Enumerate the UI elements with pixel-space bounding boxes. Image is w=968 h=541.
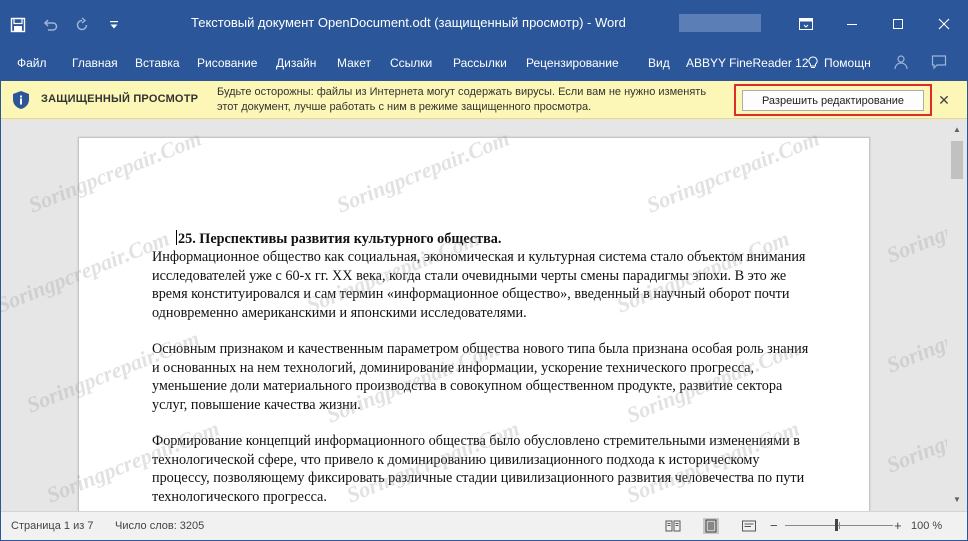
redo-icon[interactable] (73, 16, 91, 34)
account-area[interactable] (679, 14, 761, 32)
user-icon[interactable] (893, 54, 909, 74)
quick-access-toolbar (9, 11, 123, 39)
protected-view-message: Будьте осторожны: файлы из Интернета мог… (217, 86, 707, 113)
paragraph-3: Формирование концепций информационного о… (152, 433, 805, 505)
paragraph-1: Информационное общество как социальная, … (152, 249, 806, 321)
protected-view-bar: ЗАЩИЩЕННЫЙ ПРОСМОТР Будьте осторожны: фа… (1, 81, 967, 119)
ribbon-display-icon[interactable] (783, 1, 829, 47)
save-icon[interactable] (9, 16, 27, 34)
read-mode-icon[interactable] (665, 518, 681, 534)
tab-references[interactable]: Ссылки (390, 53, 432, 73)
maximize-icon[interactable] (875, 1, 921, 47)
customize-icon[interactable] (105, 16, 123, 34)
word-window: Текстовый документ OpenDocument.odt (защ… (0, 0, 968, 541)
watermark-text: Soringpcrepair.Com (882, 285, 947, 378)
document-body: 25. Перспективы развития культурного общ… (152, 230, 812, 511)
scroll-thumb[interactable] (951, 141, 963, 179)
print-layout-icon[interactable] (703, 518, 719, 534)
web-layout-icon[interactable] (741, 518, 757, 534)
tab-home[interactable]: Главная (72, 53, 118, 73)
zoom-out-icon[interactable]: − (770, 518, 778, 533)
comments-icon[interactable] (931, 54, 947, 74)
zoom-tick-center (839, 522, 840, 529)
zoom-slider-thumb[interactable] (835, 519, 838, 531)
enable-editing-button[interactable]: Разрешить редактирование (742, 90, 924, 111)
shield-icon (11, 90, 31, 110)
minimize-icon[interactable] (829, 1, 875, 47)
scroll-up-icon[interactable]: ▲ (952, 125, 962, 135)
page-counter[interactable]: Страница 1 из 7 (11, 520, 93, 532)
window-controls (783, 1, 967, 47)
status-bar: Страница 1 из 7 Число слов: 3205 − + 100… (1, 511, 967, 540)
text-cursor (176, 230, 177, 245)
document-page[interactable]: 25. Перспективы развития культурного общ… (78, 137, 870, 511)
vertical-scrollbar[interactable]: ▲ ▼ (947, 119, 967, 511)
tab-design[interactable]: Дизайн (276, 53, 316, 73)
lightbulb-icon (808, 56, 818, 68)
protected-view-title: ЗАЩИЩЕННЫЙ ПРОСМОТР (41, 93, 199, 105)
document-area: 25. Перспективы развития культурного общ… (1, 119, 947, 511)
word-count[interactable]: Число слов: 3205 (115, 520, 204, 532)
watermark-text: Soringpcrepair.Com (882, 385, 947, 478)
tab-layout[interactable]: Макет (337, 53, 371, 73)
ribbon-tabs: Файл Главная Вставка Рисование Дизайн Ма… (1, 47, 967, 81)
undo-icon[interactable] (41, 16, 59, 34)
close-icon[interactable] (921, 1, 967, 47)
tab-review[interactable]: Рецензирование (526, 53, 619, 73)
help-label: Помощн (824, 56, 871, 70)
watermark-text: Soringpcrepair.Com (882, 175, 947, 268)
tab-abbyy[interactable]: ABBYY FineReader 12 (686, 53, 809, 73)
scroll-down-icon[interactable]: ▼ (952, 495, 962, 505)
window-title: Текстовый документ OpenDocument.odt (защ… (191, 15, 626, 30)
tab-file[interactable]: Файл (17, 53, 47, 73)
close-bar-icon[interactable]: ✕ (937, 93, 951, 107)
zoom-in-icon[interactable]: + (894, 518, 902, 533)
tab-view[interactable]: Вид (648, 53, 670, 73)
section-heading: 25. Перспективы развития культурного общ… (176, 230, 502, 247)
tab-draw[interactable]: Рисование (197, 53, 257, 73)
zoom-level[interactable]: 100 % (911, 520, 942, 532)
tell-me-help[interactable]: Помощн (807, 53, 871, 73)
paragraph-2: Основным признаком и качественным параме… (152, 341, 809, 413)
tab-insert[interactable]: Вставка (135, 53, 180, 73)
title-bar: Текстовый документ OpenDocument.odt (защ… (1, 1, 967, 47)
tab-mailings[interactable]: Рассылки (453, 53, 507, 73)
